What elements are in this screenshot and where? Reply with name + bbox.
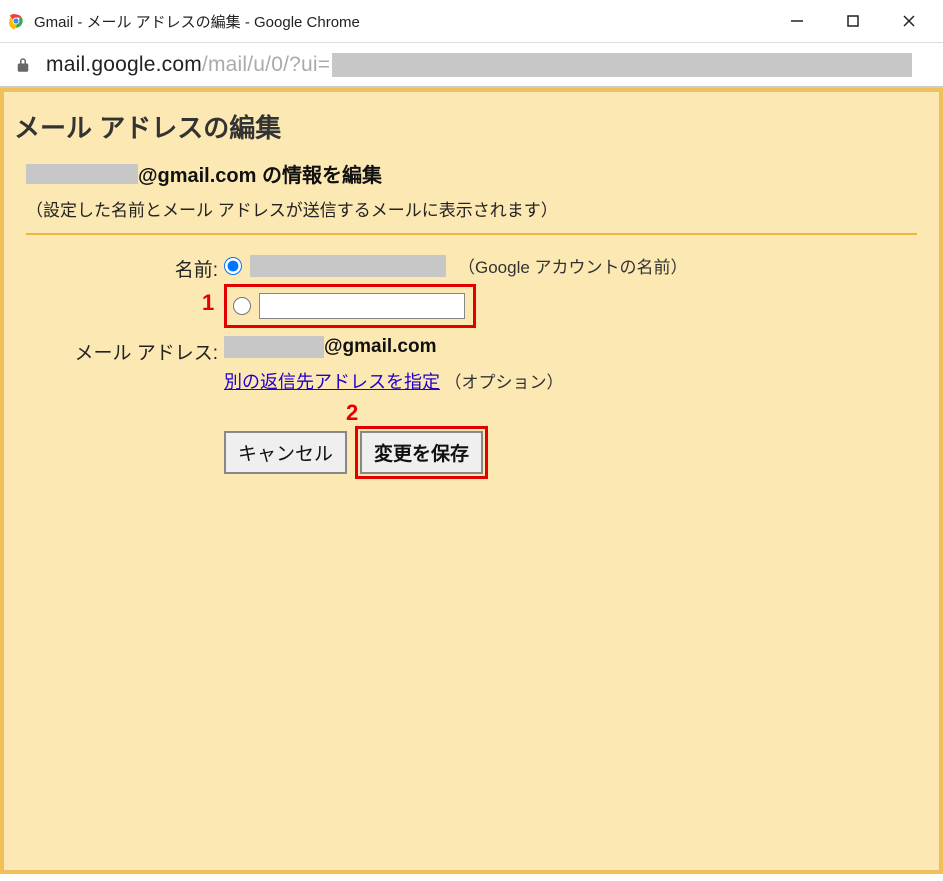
divider xyxy=(26,233,917,235)
url-text[interactable]: mail.google.com/mail/u/0/?ui= xyxy=(46,53,912,77)
window-maximize-button[interactable] xyxy=(825,2,881,40)
lock-icon xyxy=(14,56,32,74)
heading-domain-text: @gmail.com の情報を編集 xyxy=(138,159,382,188)
subheading: （設定した名前とメール アドレスが送信するメールに表示されます） xyxy=(26,196,917,221)
redacted-username xyxy=(26,164,138,184)
radio-custom-name[interactable] xyxy=(233,297,251,315)
redacted-google-name xyxy=(250,255,446,277)
radio-google-name[interactable] xyxy=(224,257,242,275)
annotation-box-1 xyxy=(224,284,476,328)
window-titlebar: Gmail - メール アドレスの編集 - Google Chrome xyxy=(0,0,943,43)
window-minimize-button[interactable] xyxy=(769,2,825,40)
specify-reply-to-link[interactable]: 別の返信先アドレスを指定 xyxy=(224,372,440,392)
annotation-number-2: 2 xyxy=(346,400,358,426)
window-title: Gmail - メール アドレスの編集 - Google Chrome xyxy=(34,11,769,32)
content-heading: @gmail.com の情報を編集 xyxy=(26,159,917,188)
browser-address-bar: mail.google.com/mail/u/0/?ui= xyxy=(0,43,943,88)
email-domain: @gmail.com xyxy=(324,336,437,358)
custom-name-input[interactable] xyxy=(259,293,465,319)
cancel-button[interactable]: キャンセル xyxy=(224,431,347,474)
chrome-app-icon xyxy=(6,11,26,31)
url-redacted xyxy=(332,53,912,77)
url-path: /mail/u/0/?ui= xyxy=(202,53,330,77)
annotation-box-2: 変更を保存 xyxy=(355,426,488,479)
page-body: メール アドレスの編集 @gmail.com の情報を編集 （設定した名前とメー… xyxy=(0,88,943,874)
label-email: メール アドレス: xyxy=(26,332,224,398)
option-note: （オプション） xyxy=(444,373,563,392)
redacted-email-local xyxy=(224,336,324,358)
save-button[interactable]: 変更を保存 xyxy=(360,431,483,474)
window-close-button[interactable] xyxy=(881,2,937,40)
page-title: メール アドレスの編集 xyxy=(4,92,939,159)
annotation-number-1: 1 xyxy=(202,290,214,316)
label-name: 名前: xyxy=(26,249,224,332)
url-host: mail.google.com xyxy=(46,53,202,77)
google-account-name-note: （Google アカウントの名前） xyxy=(458,253,688,278)
